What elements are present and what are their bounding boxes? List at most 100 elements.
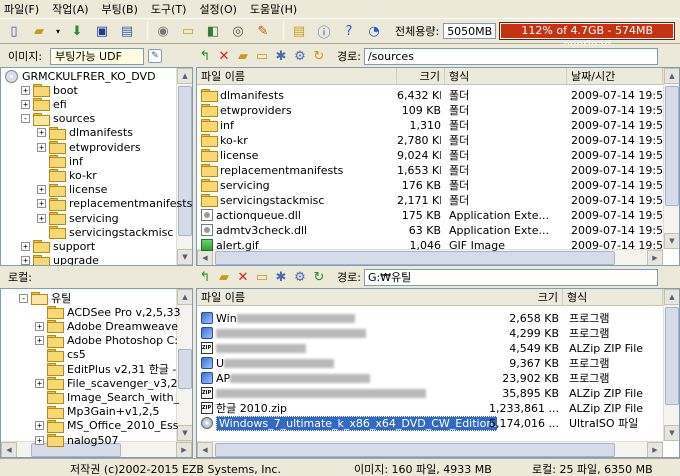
expand-icon[interactable]: + bbox=[35, 321, 44, 331]
save-as-icon[interactable]: ▤ bbox=[117, 21, 137, 41]
image-path-field[interactable]: /sources bbox=[363, 47, 658, 65]
table-row[interactable]: servicing 176 KB 폴더 2009-07-14 19:55 bbox=[197, 178, 663, 193]
tree-item[interactable]: ko-kr bbox=[1, 168, 97, 183]
scroll-up-button[interactable]: ▲ bbox=[177, 68, 192, 84]
table-row[interactable]: 한글 2010.zip 1,233,861 ... ALZip ZIP File bbox=[197, 401, 663, 416]
delete-icon[interactable]: ✕ bbox=[236, 267, 250, 287]
tree-item[interactable]: + boot bbox=[1, 83, 78, 98]
virtual-drive-icon[interactable]: ◎ bbox=[228, 21, 248, 41]
table-row[interactable]: 35,895 KB ALZip ZIP File bbox=[197, 386, 663, 401]
refresh-icon[interactable]: ↻ bbox=[312, 46, 326, 66]
scroll-thumb[interactable] bbox=[665, 86, 679, 206]
table-row[interactable]: AP 23,902 KB 프로그램 bbox=[197, 371, 663, 386]
gear-icon[interactable]: ⚙ bbox=[293, 46, 307, 66]
refresh-icon[interactable]: ↻ bbox=[312, 267, 326, 287]
scroll-down-button[interactable]: ▼ bbox=[177, 249, 192, 265]
compress-icon[interactable]: ◧ bbox=[203, 21, 223, 41]
tree-item[interactable]: + license bbox=[1, 183, 107, 197]
table-row[interactable]: ko-kr 2,780 KB 폴더 2009-07-14 19:55 bbox=[197, 133, 663, 148]
tree-item[interactable]: + nalog507 bbox=[1, 433, 118, 447]
info-icon[interactable]: ⓘ bbox=[314, 21, 334, 41]
tree-item[interactable]: + Adobe Photoshop C: bbox=[1, 334, 178, 348]
scroll-thumb[interactable] bbox=[178, 349, 192, 389]
image-tree-scrollbar[interactable]: ▲ ▼ bbox=[176, 68, 192, 265]
local-path-field[interactable]: G:₩유틸 bbox=[363, 268, 658, 286]
tree-item[interactable]: cs5 bbox=[1, 348, 86, 362]
local-list-hscrollbar[interactable]: ◀ ▶ bbox=[197, 441, 663, 457]
new-folder-icon[interactable]: ▰ bbox=[217, 267, 231, 287]
collapse-icon[interactable]: - bbox=[19, 293, 28, 303]
open-icon[interactable]: ▰ bbox=[29, 21, 49, 41]
mount-icon[interactable]: ▭ bbox=[178, 21, 198, 41]
image-properties-icon[interactable]: ✎ bbox=[148, 49, 163, 63]
expand-icon[interactable]: + bbox=[37, 128, 46, 138]
tree-item[interactable]: inf bbox=[1, 154, 83, 169]
properties-icon[interactable]: ▤ bbox=[289, 21, 309, 41]
expand-icon[interactable]: + bbox=[37, 185, 46, 195]
tree-item[interactable]: - sources bbox=[1, 112, 95, 126]
menu-item[interactable]: 도움말(H) bbox=[250, 1, 297, 17]
menu-item[interactable]: 파일(F) bbox=[4, 1, 39, 17]
tree-item[interactable]: + File_scavenger_v3,2 bbox=[1, 376, 177, 391]
column-type[interactable]: 형식 bbox=[563, 289, 663, 306]
scroll-right-button[interactable]: ▶ bbox=[176, 442, 192, 457]
up-dir-icon[interactable]: ↰ bbox=[198, 46, 212, 66]
expand-icon[interactable]: + bbox=[21, 256, 30, 265]
tree-item[interactable]: GRMCKULFRER_KO_DVD bbox=[1, 69, 156, 83]
scroll-up-button[interactable]: ▲ bbox=[664, 289, 679, 305]
menu-item[interactable]: 부팅(B) bbox=[102, 1, 138, 17]
hscroll-thumb[interactable] bbox=[215, 443, 615, 457]
menu-item[interactable]: 도구(T) bbox=[151, 1, 187, 17]
scroll-right-button[interactable]: ▶ bbox=[647, 442, 663, 457]
save-icon[interactable]: ▣ bbox=[92, 21, 112, 41]
tree-item[interactable]: + servicing bbox=[1, 211, 119, 225]
menu-item[interactable]: 설정(O) bbox=[199, 1, 236, 17]
tree-item[interactable]: + support bbox=[1, 239, 95, 254]
table-row[interactable]: 4,299 KB 프로그램 bbox=[197, 326, 663, 341]
expand-icon[interactable]: + bbox=[35, 336, 44, 346]
expand-icon[interactable]: + bbox=[21, 99, 30, 109]
image-list-scrollbar[interactable]: ▲ ▼ bbox=[663, 68, 679, 249]
new-icon[interactable]: ▯ bbox=[4, 21, 24, 41]
tree-item[interactable]: EditPlus v2,31 한글 - bbox=[1, 362, 176, 376]
tree-item[interactable]: - 유틸 bbox=[1, 291, 71, 305]
expand-icon[interactable]: + bbox=[35, 421, 44, 431]
table-row[interactable]: actionqueue.dll 175 KB Application Exte...… bbox=[197, 208, 663, 223]
scroll-down-button[interactable]: ▼ bbox=[664, 425, 679, 441]
table-row[interactable]: replacementmanifests 1,653 KB 폴더 2009-07-14… bbox=[197, 163, 663, 178]
tree-item[interactable]: + MS_Office_2010_Ess bbox=[1, 419, 179, 433]
gear-icon[interactable]: ⚙ bbox=[293, 267, 307, 287]
help-icon[interactable]: ? bbox=[339, 21, 359, 41]
tree-item[interactable]: + efi bbox=[1, 97, 67, 112]
burn-disc-icon[interactable]: ✎ bbox=[253, 21, 273, 41]
settings-icon[interactable]: ✱ bbox=[274, 46, 288, 66]
scroll-up-button[interactable]: ▲ bbox=[664, 68, 679, 84]
scroll-up-button[interactable]: ▲ bbox=[177, 289, 192, 305]
table-row[interactable]: admtv3check.dll 63 KB Application Exte... 2… bbox=[197, 223, 663, 238]
collapse-icon[interactable]: - bbox=[21, 114, 30, 124]
tree-item[interactable]: + Adobe Dreamweave bbox=[1, 319, 178, 334]
expand-icon[interactable]: + bbox=[35, 378, 44, 388]
new-folder-icon[interactable]: ▰ bbox=[236, 46, 250, 66]
column-date[interactable]: 날짜/시간 bbox=[567, 68, 663, 85]
expand-icon[interactable]: + bbox=[21, 241, 30, 251]
tree-item[interactable]: Mp3Gain+v1,2,5 bbox=[1, 405, 159, 419]
menu-item[interactable]: 작업(A) bbox=[52, 1, 88, 17]
column-size[interactable]: 크기 bbox=[497, 289, 563, 306]
settings-icon[interactable]: ✱ bbox=[274, 267, 288, 287]
scroll-thumb[interactable] bbox=[665, 307, 679, 405]
table-row[interactable]: inf 1,310 폴더 2009-07-14 19:55 bbox=[197, 118, 663, 133]
table-row[interactable]: servicingstackmisc 2,171 KB 폴더 2009-07-14 1… bbox=[197, 193, 663, 208]
table-row[interactable]: Win 2,658 KB 프로그램 bbox=[197, 311, 663, 326]
tree-item[interactable]: + dlmanifests bbox=[1, 126, 133, 140]
column-size[interactable]: 크기 bbox=[397, 68, 445, 85]
tree-item[interactable]: + replacementmanifests bbox=[1, 197, 192, 211]
table-row[interactable]: 4,549 KB ALZip ZIP File bbox=[197, 341, 663, 356]
table-row[interactable]: dlmanifests 6,432 KB 폴더 2009-07-14 19:55 bbox=[197, 88, 663, 103]
rename-icon[interactable]: ▭ bbox=[255, 46, 269, 66]
extract-icon[interactable]: ⬇ bbox=[67, 21, 87, 41]
table-row[interactable]: Windows_7_ultimate_k_x86_x64_DVD_CW_Edit… bbox=[197, 416, 663, 431]
exit-icon[interactable]: ◔ bbox=[364, 21, 384, 41]
column-type[interactable]: 형식 bbox=[445, 68, 567, 85]
expand-icon[interactable]: + bbox=[37, 213, 46, 223]
